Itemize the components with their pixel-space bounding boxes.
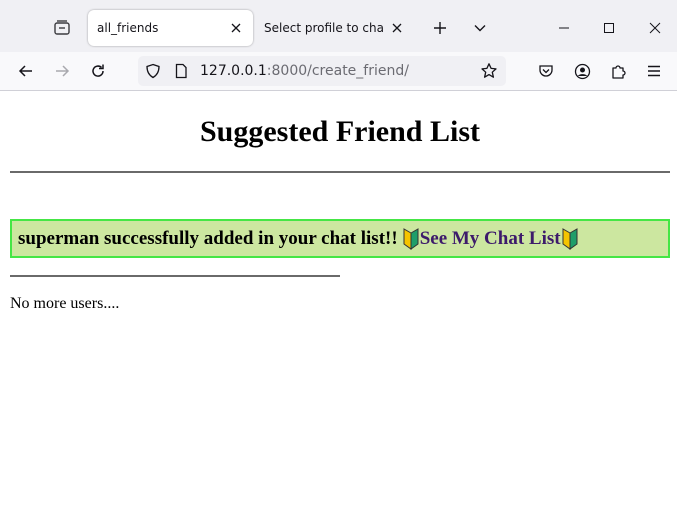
reload-button[interactable] — [83, 56, 113, 86]
arrow-left-icon — [18, 65, 32, 77]
success-alert: superman successfully added in your chat… — [10, 219, 670, 258]
chevron-down-icon — [474, 25, 486, 32]
forward-button[interactable] — [47, 56, 77, 86]
url-path: :8000/create_friend/ — [266, 63, 409, 79]
tab-bar: all_friends Select profile to change | D… — [0, 0, 677, 52]
page-info-icon[interactable] — [171, 61, 191, 81]
divider — [10, 275, 340, 277]
beginner-symbol-icon — [562, 227, 578, 250]
account-icon — [574, 63, 590, 79]
empty-state-text: No more users.... — [10, 295, 120, 312]
pocket-button[interactable] — [531, 56, 561, 86]
bookmark-star-icon[interactable] — [479, 61, 499, 81]
new-tab-button[interactable] — [426, 14, 454, 42]
pocket-icon — [539, 65, 553, 77]
tab-select-profile[interactable]: Select profile to change | Dja — [256, 10, 414, 46]
menu-button[interactable] — [639, 56, 669, 86]
maximize-icon — [604, 23, 614, 33]
close-icon — [231, 23, 241, 33]
alert-message: superman successfully added in your chat… — [18, 227, 398, 249]
close-window-button[interactable] — [633, 10, 677, 46]
reload-icon — [92, 64, 104, 77]
account-button[interactable] — [567, 56, 597, 86]
tab-label: all_friends — [97, 21, 159, 35]
list-all-tabs-button[interactable] — [466, 14, 494, 42]
hamburger-menu-icon — [648, 65, 660, 77]
tab-all-friends[interactable]: all_friends — [88, 10, 253, 46]
close-icon — [392, 23, 402, 33]
beginner-symbol-icon — [403, 227, 419, 250]
plus-icon — [434, 22, 446, 34]
tab-overview-button[interactable] — [44, 10, 80, 46]
see-my-chat-list-link[interactable]: See My Chat List — [420, 228, 561, 250]
extensions-button[interactable] — [603, 56, 633, 86]
arrow-right-icon — [56, 65, 70, 77]
navigation-toolbar: 127.0.0.1:8000/create_friend/ — [0, 52, 677, 91]
url-host: 127.0.0.1 — [200, 63, 267, 79]
tab-close-button[interactable] — [224, 16, 248, 40]
url-text[interactable]: 127.0.0.1:8000/create_friend/ — [200, 63, 409, 79]
tracking-protection-shield-icon[interactable] — [143, 61, 163, 81]
tab-list-icon — [54, 20, 70, 35]
tab-label: Select profile to change | Dja — [264, 21, 385, 35]
puzzle-piece-icon — [611, 64, 626, 79]
address-bar[interactable]: 127.0.0.1:8000/create_friend/ — [138, 56, 506, 86]
minimize-icon — [559, 27, 569, 29]
tab-close-button[interactable] — [385, 16, 409, 40]
maximize-button[interactable] — [587, 10, 631, 46]
minimize-button[interactable] — [542, 10, 586, 46]
page-title: Suggested Friend List — [199, 115, 481, 148]
close-icon — [649, 22, 661, 34]
back-button[interactable] — [11, 56, 41, 86]
divider — [10, 171, 670, 173]
page-content: Suggested Friend List superman successfu… — [0, 91, 677, 524]
